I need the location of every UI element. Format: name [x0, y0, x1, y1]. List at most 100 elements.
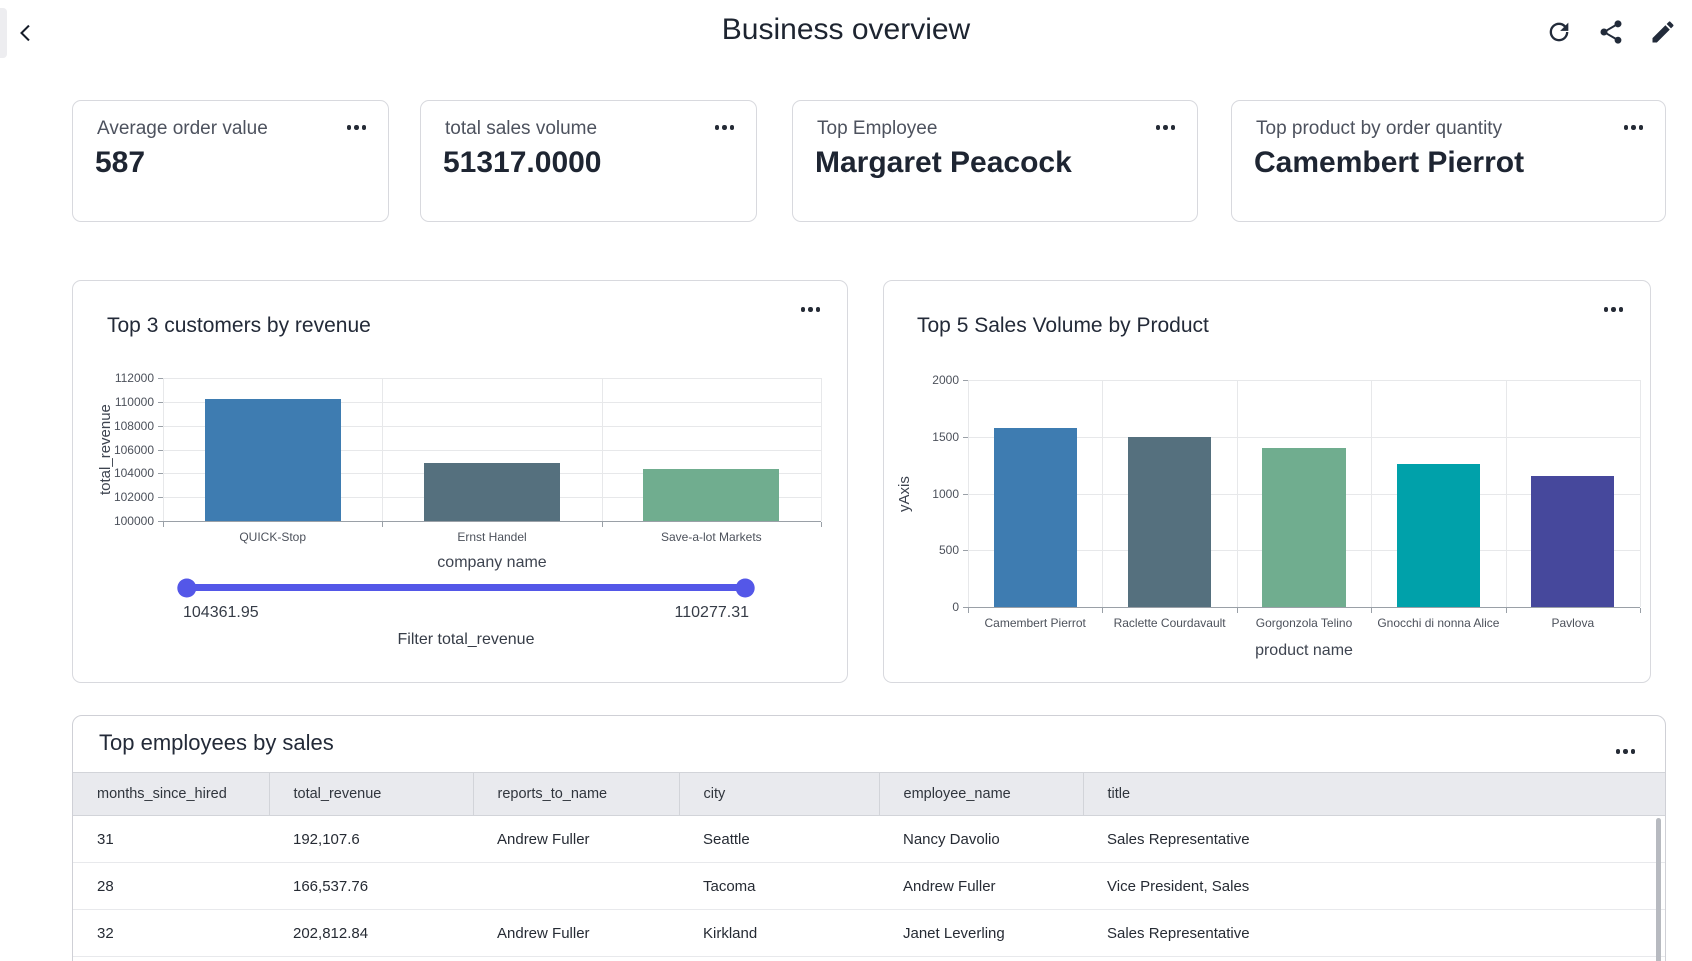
more-menu-icon[interactable] [1616, 749, 1636, 754]
refresh-button[interactable] [1544, 18, 1574, 48]
x-tick-mark [821, 522, 822, 527]
gridline [1371, 380, 1372, 607]
x-tick-label: Camembert Pierrot [985, 616, 1086, 630]
bar[interactable] [1262, 448, 1345, 607]
vertical-scrollbar[interactable] [1656, 818, 1661, 961]
header-actions [1544, 18, 1678, 48]
table-cell: Seattle [679, 816, 879, 863]
x-tick-mark [382, 522, 383, 527]
table-row[interactable]: 28166,537.76TacomaAndrew FullerVice Pres… [73, 863, 1665, 910]
x-tick-label: Save-a-lot Markets [661, 530, 762, 544]
more-menu-icon[interactable] [801, 307, 821, 312]
page-title: Business overview [0, 13, 1692, 47]
x-tick-label: Ernst Handel [457, 530, 526, 544]
y-axis-title: total_revenue [97, 378, 114, 522]
table-cell: 28 [73, 863, 269, 910]
slider-handle-max[interactable] [736, 578, 755, 597]
gridline [1506, 380, 1507, 607]
y-tick-label: 110000 [115, 395, 154, 409]
x-tick-label: Gorgonzola Telino [1256, 616, 1353, 630]
y-tick-label: 106000 [114, 443, 154, 457]
plot-area: 1000001020001040001060001080001100001120… [163, 378, 821, 522]
kpi-card-total-sales-volume: total sales volume 51317.0000 [420, 100, 757, 222]
bar[interactable] [994, 428, 1077, 607]
kpi-value: Margaret Peacock [815, 146, 1072, 180]
chart-card-sales-volume: Top 5 Sales Volume by Product yAxisprodu… [883, 280, 1651, 683]
y-tick-label: 112000 [115, 371, 154, 385]
column-header: city [679, 773, 879, 816]
kpi-title: Top Employee [817, 118, 937, 140]
y-tick-label: 1000 [932, 487, 959, 501]
kpi-card-top-product: Top product by order quantity Camembert … [1231, 100, 1666, 222]
y-tick-label: 102000 [114, 490, 154, 504]
table-cell: Nancy Davolio [879, 816, 1083, 863]
x-tick-mark [1506, 608, 1507, 613]
slider-caption: Filter total_revenue [183, 631, 749, 649]
table-cell: 166,537.76 [269, 863, 473, 910]
y-tick-label: 500 [939, 543, 959, 557]
x-axis-title: product name [968, 642, 1640, 660]
table-cell: Sales Representative [1083, 816, 1665, 863]
edit-button[interactable] [1648, 18, 1678, 48]
y-tick-label: 104000 [114, 466, 154, 480]
kpi-title: Top product by order quantity [1256, 118, 1502, 140]
bar[interactable] [643, 469, 779, 521]
more-menu-icon[interactable] [715, 125, 735, 130]
x-tick-label: Gnocchi di nonna Alice [1377, 616, 1499, 630]
table-cell: 32 [73, 910, 269, 957]
x-tick-label: Raclette Courdavault [1114, 616, 1226, 630]
gridline [968, 380, 1640, 381]
chart-title: Top 5 Sales Volume by Product [917, 314, 1209, 338]
x-tick-mark [1237, 608, 1238, 613]
more-menu-icon[interactable] [1604, 307, 1624, 312]
bar[interactable] [424, 463, 560, 521]
slider-min-value: 104361.95 [183, 604, 259, 622]
share-icon [1597, 34, 1625, 49]
table-title: Top employees by sales [99, 730, 334, 756]
column-header: months_since_hired [73, 773, 269, 816]
kpi-title: total sales volume [445, 118, 597, 140]
chart-card-top-customers: Top 3 customers by revenue total_revenue… [72, 280, 848, 683]
slider-track[interactable] [183, 584, 749, 591]
bar[interactable] [1128, 437, 1211, 607]
gridline [163, 378, 164, 521]
table-cell: Kirkland [679, 910, 879, 957]
slider-handle-min[interactable] [177, 578, 196, 597]
bar[interactable] [205, 399, 341, 521]
table-cell: Janet Leverling [879, 910, 1083, 957]
table-row[interactable]: 31192,107.6Andrew FullerSeattleNancy Dav… [73, 816, 1665, 863]
x-tick-mark [1640, 608, 1641, 613]
x-tick-mark [968, 608, 969, 613]
header-bar: Business overview [0, 0, 1692, 66]
kpi-card-top-employee: Top Employee Margaret Peacock [792, 100, 1198, 222]
table-cell: Tacoma [679, 863, 879, 910]
bar[interactable] [1531, 476, 1614, 607]
x-tick-label: QUICK-Stop [239, 530, 306, 544]
table-cell: 192,107.6 [269, 816, 473, 863]
column-header: title [1083, 773, 1665, 816]
gridline [602, 378, 603, 521]
gridline [1237, 380, 1238, 607]
revenue-filter-slider: 104361.95 110277.31 Filter total_revenue [183, 584, 749, 649]
pencil-icon [1649, 34, 1677, 49]
gridline [382, 378, 383, 521]
kpi-title: Average order value [97, 118, 268, 140]
table-cell: 31 [73, 816, 269, 863]
column-header: reports_to_name [473, 773, 679, 816]
more-menu-icon[interactable] [347, 125, 367, 130]
bar[interactable] [1397, 464, 1480, 607]
gridline [1102, 380, 1103, 607]
y-tick-label: 2000 [932, 373, 959, 387]
gridline [821, 378, 822, 521]
refresh-icon [1545, 34, 1573, 49]
more-menu-icon[interactable] [1624, 125, 1644, 130]
y-tick-label: 1500 [932, 430, 959, 444]
y-tick-label: 100000 [114, 514, 154, 528]
table-card-top-employees: Top employees by sales months_since_hire… [72, 715, 1666, 961]
more-menu-icon[interactable] [1156, 125, 1176, 130]
table-row[interactable]: 32202,812.84Andrew FullerKirklandJanet L… [73, 910, 1665, 957]
dashboard-page: Business overview Average order value [0, 0, 1692, 961]
share-button[interactable] [1596, 18, 1626, 48]
table-cell: Andrew Fuller [473, 910, 679, 957]
x-tick-mark [1102, 608, 1103, 613]
